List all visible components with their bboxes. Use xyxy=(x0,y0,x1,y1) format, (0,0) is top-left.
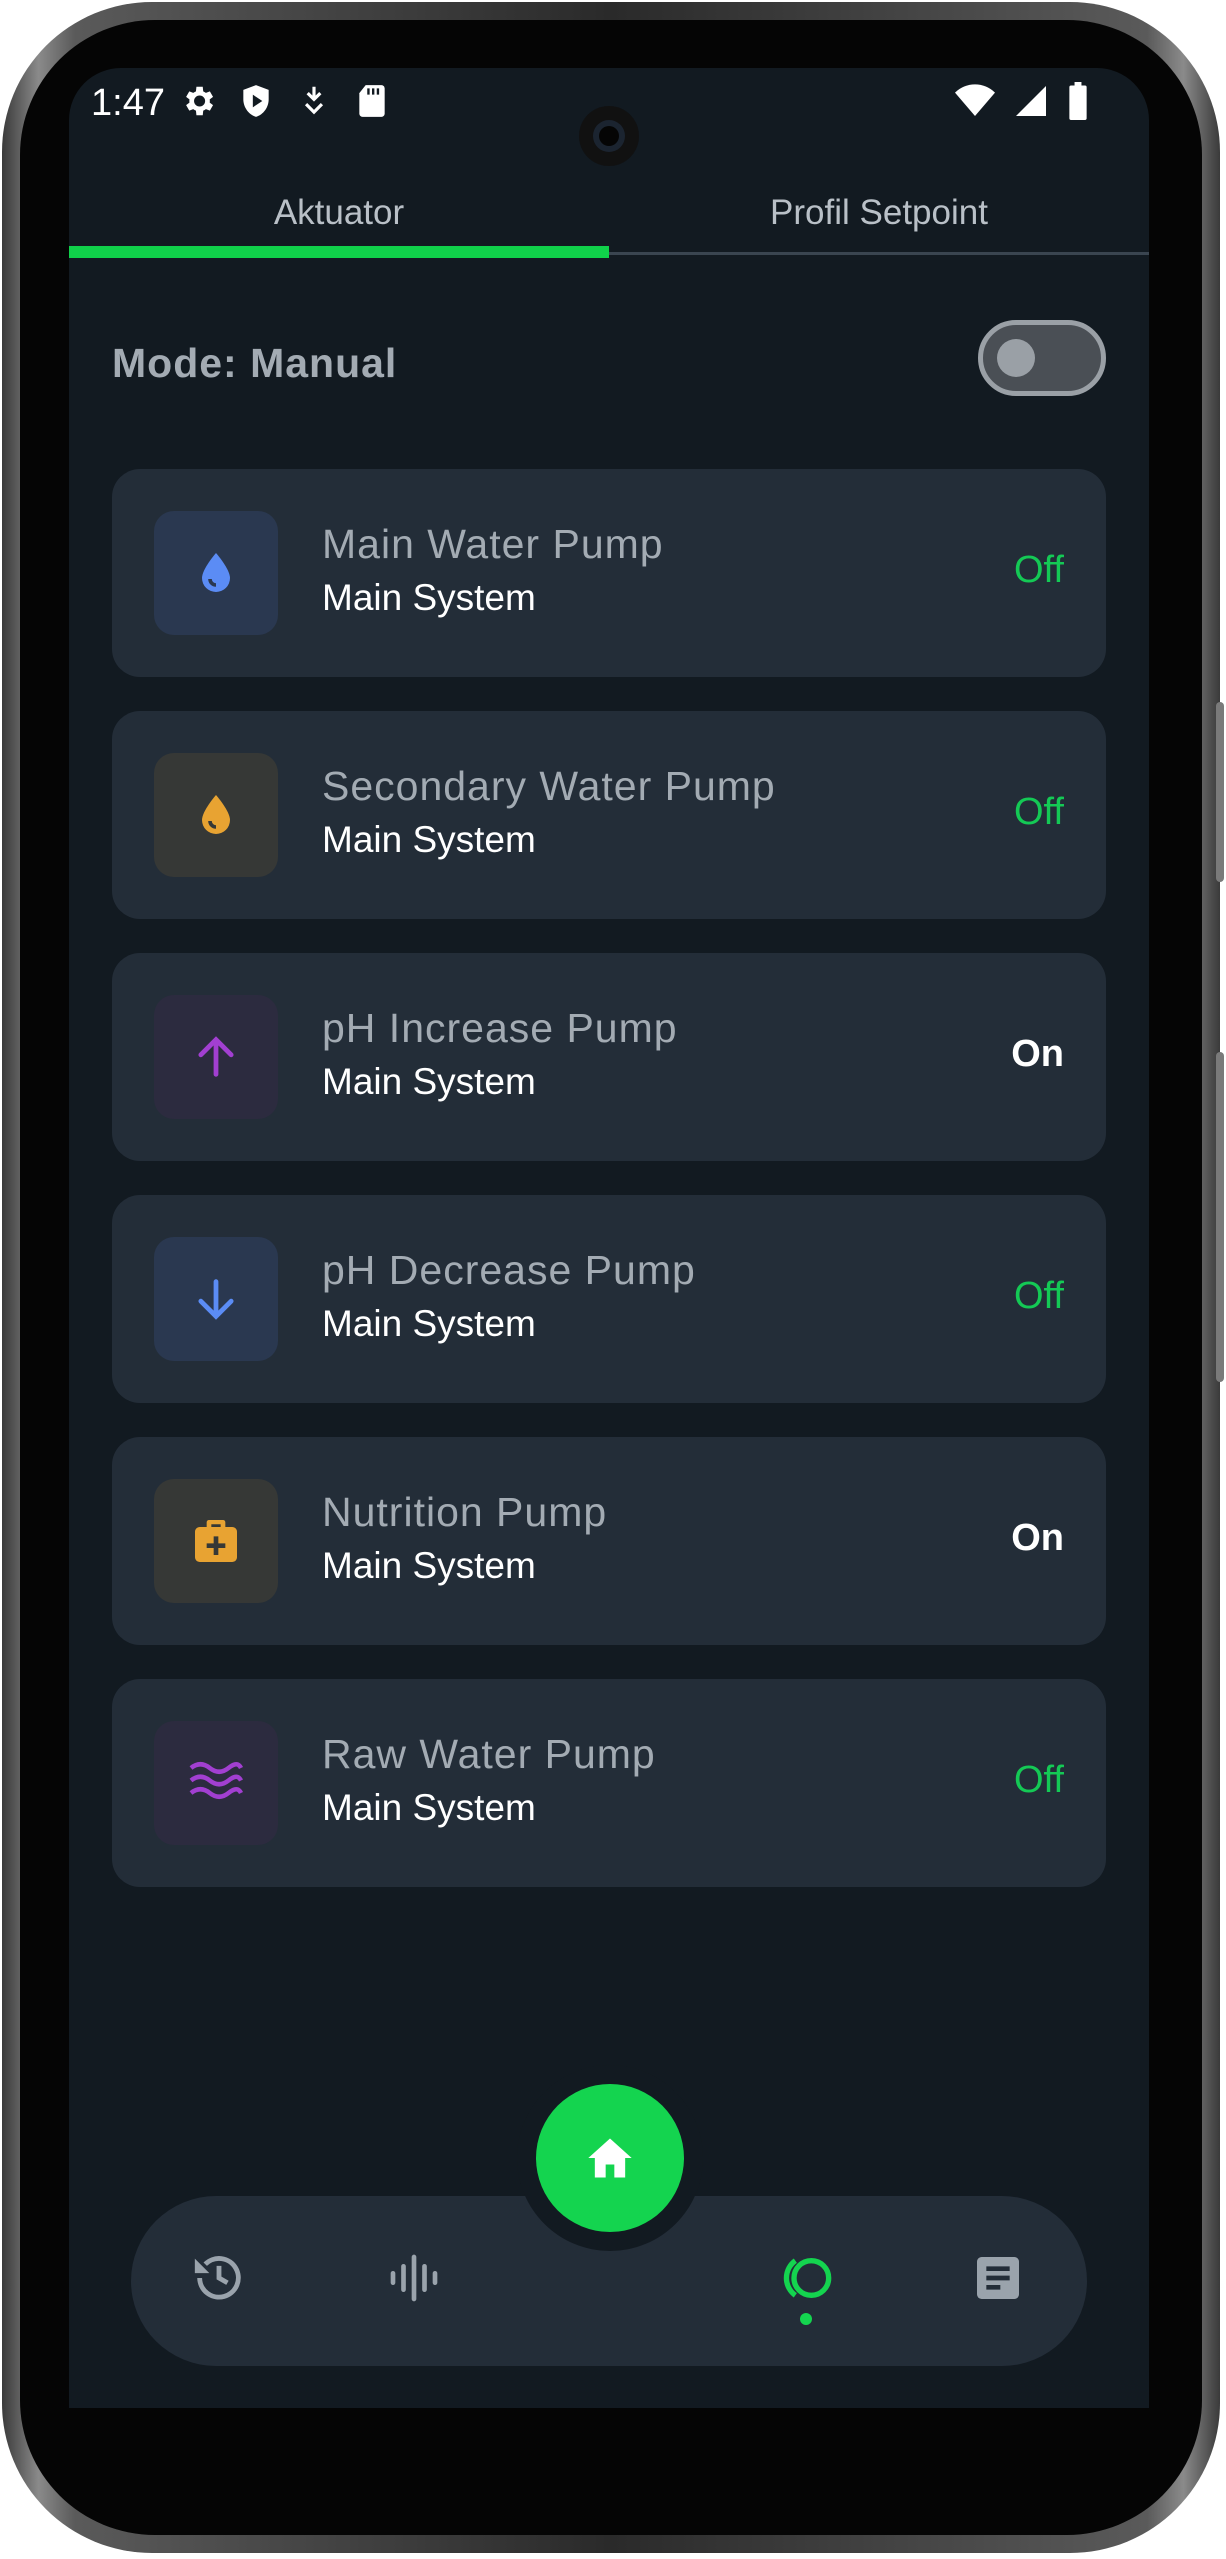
actuator-icon-box xyxy=(154,1237,278,1361)
tab-profil-setpoint[interactable]: Profil Setpoint xyxy=(609,163,1149,255)
history-icon xyxy=(194,2256,241,2300)
battery-icon xyxy=(1069,82,1087,120)
actuator-card-ph-decrease-pump[interactable]: pH Decrease Pump Main System Off xyxy=(112,1195,1106,1403)
nav-waveform[interactable] xyxy=(379,2243,449,2313)
actuator-card-nutrition-pump[interactable]: Nutrition Pump Main System On xyxy=(112,1437,1106,1645)
tab-bar: Aktuator Profil Setpoint xyxy=(69,163,1149,255)
actuator-status: On xyxy=(1011,1033,1064,1075)
actuator-card-ph-increase-pump[interactable]: pH Increase Pump Main System On xyxy=(112,953,1106,1161)
actuator-system: Main System xyxy=(322,819,536,860)
mode-label: Mode: Manual xyxy=(112,340,398,386)
waveform-icon xyxy=(390,2254,438,2302)
active-tab-indicator xyxy=(69,246,609,258)
active-nav-dot xyxy=(800,2313,812,2325)
home-icon xyxy=(588,2138,632,2178)
actuator-name: Secondary Water Pump xyxy=(322,763,776,809)
actuator-card-raw-water-pump[interactable]: Raw Water Pump Main System Off xyxy=(112,1679,1106,1887)
actuator-card-main-water-pump[interactable]: Main Water Pump Main System Off xyxy=(112,469,1106,677)
actuator-icon xyxy=(783,2258,832,2298)
actuator-system: Main System xyxy=(322,577,536,618)
actuator-name: pH Increase Pump xyxy=(322,1005,678,1051)
actuator-status: Off xyxy=(1014,1275,1064,1317)
actuator-name: Nutrition Pump xyxy=(322,1489,608,1535)
wifi-icon xyxy=(955,84,995,116)
water-drop-icon xyxy=(202,795,230,834)
signal-icon xyxy=(1016,86,1046,116)
waves-icon xyxy=(189,1762,244,1799)
mode-toggle[interactable] xyxy=(978,320,1106,396)
mode-row: Mode: Manual xyxy=(112,318,1106,408)
power-button xyxy=(1216,702,1224,882)
home-button[interactable] xyxy=(536,2084,684,2232)
actuator-name: Raw Water Pump xyxy=(322,1731,656,1777)
actuator-icon-box xyxy=(154,1721,278,1845)
download-icon xyxy=(304,86,324,115)
actuator-status: On xyxy=(1011,1517,1064,1559)
actuator-status: Off xyxy=(1014,1759,1064,1801)
toggle-knob xyxy=(997,339,1035,377)
tab-aktuator[interactable]: Aktuator xyxy=(69,163,609,255)
actuator-status: Off xyxy=(1014,791,1064,833)
notes-icon xyxy=(977,2257,1019,2299)
actuator-system: Main System xyxy=(322,1061,536,1102)
actuator-system: Main System xyxy=(322,1787,536,1828)
actuator-status: Off xyxy=(1014,549,1064,591)
arrow-down-icon xyxy=(198,1279,234,1320)
volume-button xyxy=(1216,1052,1224,1382)
arrow-up-icon xyxy=(198,1036,234,1077)
nav-history[interactable] xyxy=(184,2243,254,2313)
actuator-icon-box xyxy=(154,1479,278,1603)
actuator-name: Main Water Pump xyxy=(322,521,664,567)
medical-kit-icon xyxy=(195,1520,237,1562)
actuator-icon-box xyxy=(154,995,278,1119)
sd-card-icon xyxy=(359,85,385,117)
nav-notes[interactable] xyxy=(963,2243,1033,2313)
actuator-system: Main System xyxy=(322,1545,536,1586)
gear-icon xyxy=(186,86,214,116)
water-drop-icon xyxy=(202,553,230,592)
status-time: 1:47 xyxy=(91,82,165,124)
actuator-system: Main System xyxy=(322,1303,536,1344)
actuator-icon-box xyxy=(154,511,278,635)
actuator-card-secondary-water-pump[interactable]: Secondary Water Pump Main System Off xyxy=(112,711,1106,919)
screen: 1:47 Aktuator Profil Setpoint Mode: Manu… xyxy=(69,68,1149,2408)
nav-actuator[interactable] xyxy=(771,2243,841,2313)
actuator-icon-box xyxy=(154,753,278,877)
front-camera xyxy=(579,106,639,166)
tab-divider xyxy=(609,252,1149,255)
actuator-name: pH Decrease Pump xyxy=(322,1247,696,1293)
shield-icon xyxy=(243,85,269,117)
